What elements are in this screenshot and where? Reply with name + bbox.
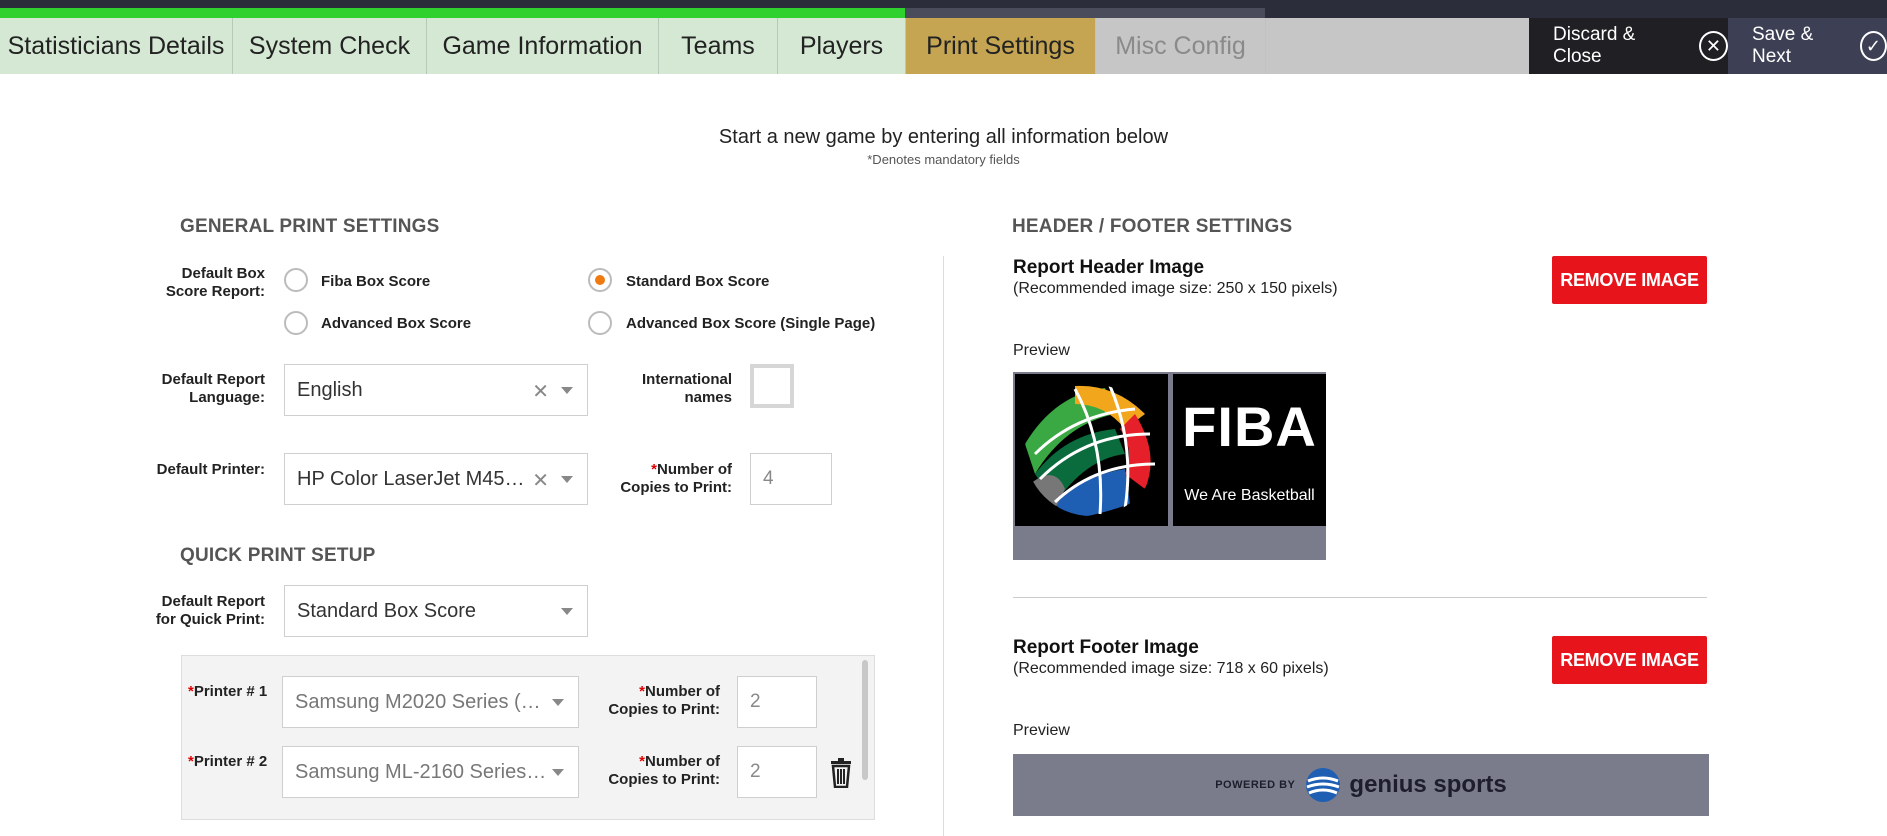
radio-advanced-box-score-label: Advanced Box Score: [321, 315, 472, 332]
international-names-label: International names: [641, 371, 732, 406]
printer-1-copies-input[interactable]: 2: [737, 676, 817, 728]
remove-header-image-button[interactable]: REMOVE IMAGE: [1552, 256, 1707, 304]
copies-to-print-input[interactable]: 4: [750, 453, 832, 505]
report-language-label: Default Report Language:: [161, 371, 265, 406]
save-next-button[interactable]: Save & Next ✓: [1728, 18, 1887, 74]
chevron-down-icon[interactable]: [552, 699, 564, 706]
radio-fiba-box-score[interactable]: [284, 268, 308, 292]
tab-statisticians-details[interactable]: Statisticians Details: [0, 18, 233, 74]
international-names-checkbox[interactable]: [750, 364, 794, 408]
radio-advanced-box-score[interactable]: [284, 311, 308, 335]
fiba-ball-logo: [1015, 374, 1168, 526]
general-print-settings-title: GENERAL PRINT SETTINGS: [180, 216, 440, 237]
default-printer-value: HP Color LaserJet M452n...: [297, 467, 527, 490]
chevron-down-icon[interactable]: [561, 608, 573, 615]
printer-2-label: *Printer # 2: [188, 753, 268, 770]
discard-close-label: Discard & Close: [1553, 24, 1636, 67]
quick-print-report-label: Default Report for Quick Print:: [155, 593, 265, 628]
clear-icon[interactable]: ✕: [532, 468, 549, 493]
mandatory-note: *Denotes mandatory fields: [867, 152, 1020, 167]
printer-1-copies-label: *Number of Copies to Print:: [608, 683, 720, 718]
printer-2-select[interactable]: Samsung ML-2160 Series (USI: [282, 746, 579, 798]
wizard-progress-bar: [0, 8, 905, 18]
radio-advanced-box-score-single-label: Advanced Box Score (Single Page): [626, 315, 876, 332]
close-icon: ✕: [1698, 31, 1728, 61]
tab-bar-filler: [1266, 18, 1529, 74]
copies-to-print-label: *Number of Copies to Print:: [620, 461, 732, 496]
chevron-down-icon[interactable]: [561, 387, 573, 394]
save-next-label: Save & Next: [1752, 24, 1814, 67]
clear-icon[interactable]: ✕: [532, 379, 549, 404]
default-printer-label: Default Printer:: [156, 461, 265, 478]
printer-1-label: *Printer # 1: [188, 683, 268, 700]
box-score-report-label: Default Box Score Report:: [165, 265, 265, 300]
radio-standard-box-score-label: Standard Box Score: [626, 273, 770, 290]
report-header-image-title: Report Header Image: [1013, 257, 1205, 278]
fiba-logo-text: FIBA: [1182, 395, 1317, 458]
report-header-image-hint: (Recommended image size: 250 x 150 pixel…: [1013, 280, 1338, 297]
report-language-value: English: [297, 378, 363, 401]
fiba-wordmark: FIBA We Are Basketball: [1173, 374, 1326, 526]
tab-misc-config: Misc Config: [1096, 18, 1266, 74]
printer-1-select[interactable]: Samsung M2020 Series (USB0: [282, 676, 579, 728]
footer-image-preview: POWERED BY genius sports: [1013, 754, 1709, 816]
tab-print-settings[interactable]: Print Settings: [906, 18, 1096, 74]
tab-system-check[interactable]: System Check: [233, 18, 427, 74]
check-icon: ✓: [1859, 31, 1887, 61]
genius-sports-text: genius sports: [1349, 771, 1507, 798]
printer-2-copies-label: *Number of Copies to Print:: [608, 753, 720, 788]
quick-print-setup-title: QUICK PRINT SETUP: [180, 545, 376, 566]
radio-fiba-box-score-label: Fiba Box Score: [321, 273, 431, 290]
fiba-tagline: We Are Basketball: [1184, 487, 1315, 504]
radio-advanced-box-score-single[interactable]: [588, 311, 612, 335]
wizard-progress-remaining: [905, 8, 1265, 18]
radio-standard-box-score[interactable]: [588, 268, 612, 292]
powered-by-text: POWERED BY: [1215, 779, 1296, 791]
quick-printers-scrollbar[interactable]: [862, 660, 868, 780]
footer-preview-label: Preview: [1013, 722, 1070, 739]
chevron-down-icon[interactable]: [561, 476, 573, 483]
page-intro-title: Start a new game by entering all informa…: [718, 126, 1169, 148]
discard-close-button[interactable]: Discard & Close ✕: [1529, 18, 1728, 74]
column-divider: [943, 256, 944, 836]
header-footer-divider: [1013, 597, 1707, 598]
report-footer-image-hint: (Recommended image size: 718 x 60 pixels…: [1013, 660, 1329, 677]
printer-2-value: Samsung ML-2160 Series (USI: [295, 760, 550, 783]
tab-game-information[interactable]: Game Information: [427, 18, 659, 74]
tab-teams[interactable]: Teams: [659, 18, 778, 74]
chevron-down-icon[interactable]: [552, 769, 564, 776]
printer-2-copies-input[interactable]: 2: [737, 746, 817, 798]
quick-print-report-select[interactable]: Standard Box Score: [284, 585, 588, 637]
remove-footer-image-button[interactable]: REMOVE IMAGE: [1552, 636, 1707, 684]
report-language-select[interactable]: English ✕: [284, 364, 588, 416]
printer-1-value: Samsung M2020 Series (USB0: [295, 690, 550, 713]
report-footer-image-title: Report Footer Image: [1013, 637, 1199, 658]
genius-sports-logo-icon: [1306, 768, 1341, 802]
header-footer-settings-title: HEADER / FOOTER SETTINGS: [1012, 216, 1293, 237]
default-printer-select[interactable]: HP Color LaserJet M452n... ✕: [284, 453, 588, 505]
tab-players[interactable]: Players: [778, 18, 906, 74]
header-preview-label: Preview: [1013, 342, 1070, 359]
quick-print-report-value: Standard Box Score: [297, 599, 476, 622]
trash-icon[interactable]: [828, 758, 854, 788]
